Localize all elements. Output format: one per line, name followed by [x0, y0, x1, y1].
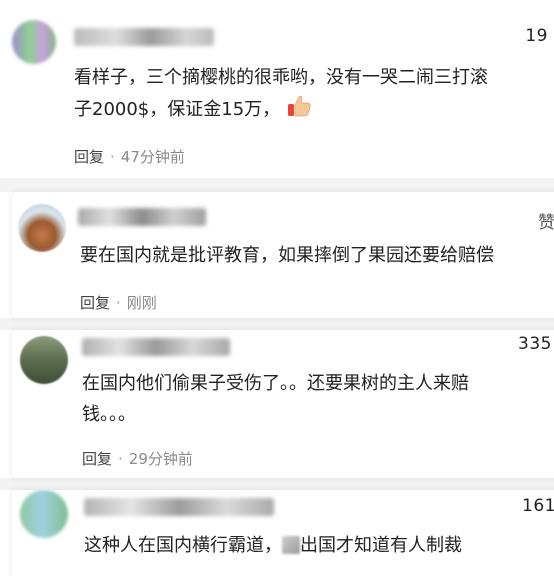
comment-meta: 回复 · 29分钟前	[82, 448, 193, 469]
divider	[0, 318, 554, 330]
timestamp: 刚刚	[126, 294, 157, 312]
reply-button[interactable]: 回复	[82, 450, 112, 468]
censored-block	[282, 536, 300, 554]
avatar[interactable]	[18, 204, 66, 252]
like-count[interactable]: 335	[518, 334, 552, 354]
separator-dot: ·	[116, 294, 121, 312]
comment-text-line: 在国内他们偷果子受伤了。。还要果树的主人来赔	[82, 373, 469, 394]
comment-text: 这种人在国内横行霸道， 出国才知道有人制裁	[84, 530, 462, 561]
comment-text-segment: 出国才知道有人制裁	[300, 535, 462, 556]
avatar[interactable]	[20, 336, 68, 384]
comment-card: 赞 要在国内就是批评教育，如果摔倒了果园还要给赔偿 回复 · 刚刚	[12, 192, 554, 318]
comment-text-segment: 这种人在国内横行霸道，	[84, 535, 282, 556]
like-count[interactable]: 161	[522, 496, 554, 516]
comment-meta: 回复 · 刚刚	[80, 292, 157, 313]
divider	[0, 178, 554, 192]
separator-dot: ·	[118, 450, 123, 468]
username-blurred[interactable]	[74, 28, 214, 46]
username-blurred[interactable]	[84, 498, 274, 516]
timestamp: 47分钟前	[120, 148, 185, 166]
like-count[interactable]: 19	[525, 26, 548, 46]
reply-button[interactable]: 回复	[80, 294, 110, 312]
timestamp: 29分钟前	[128, 450, 193, 468]
comment-text-line: 看样子，三个摘樱桃的很乖哟，没有一哭二闹三打滚	[74, 67, 488, 88]
like-button[interactable]: 赞	[538, 208, 554, 233]
comment-text: 在国内他们偷果子受伤了。。还要果树的主人来赔 钱。。。	[82, 368, 469, 430]
separator-dot: ·	[110, 148, 115, 166]
username-blurred[interactable]	[78, 208, 206, 226]
username-blurred[interactable]	[82, 338, 230, 356]
avatar[interactable]	[12, 20, 56, 64]
comment-text-line: 子2000$，保证金15万，	[74, 93, 488, 129]
thumbs-up-icon	[286, 93, 312, 129]
divider	[0, 478, 554, 490]
comment-card: 19 看样子，三个摘樱桃的很乖哟，没有一哭二闹三打滚 子2000$，保证金15万…	[0, 0, 554, 178]
comment-meta: 回复 · 47分钟前	[74, 146, 185, 167]
reply-button[interactable]: 回复	[74, 148, 104, 166]
comment-text-segment: 子2000$，保证金15万，	[74, 99, 281, 120]
comment-card: 335 在国内他们偷果子受伤了。。还要果树的主人来赔 钱。。。 回复 · 29分钟前	[12, 330, 554, 478]
comment-card: 161 这种人在国内横行霸道， 出国才知道有人制裁	[12, 490, 554, 576]
comment-text: 看样子，三个摘樱桃的很乖哟，没有一哭二闹三打滚 子2000$，保证金15万，	[74, 62, 488, 129]
comment-text-line: 钱。。。	[82, 404, 136, 425]
comment-feed: 19 看样子，三个摘樱桃的很乖哟，没有一哭二闹三打滚 子2000$，保证金15万…	[0, 0, 554, 576]
comment-text: 要在国内就是批评教育，如果摔倒了果园还要给赔偿	[80, 245, 494, 266]
avatar[interactable]	[20, 490, 68, 538]
